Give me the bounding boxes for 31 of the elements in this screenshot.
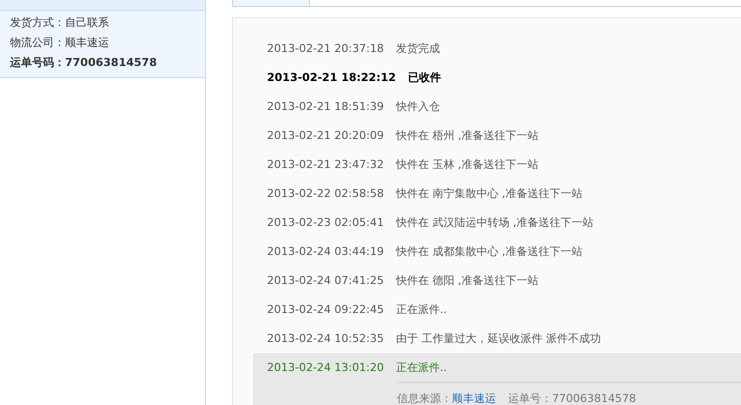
tracking-time: 2013-02-23 02:05:41 — [267, 216, 384, 230]
tracking-time: 2013-02-21 20:37:18 — [267, 42, 384, 56]
tracking-time: 2013-02-21 20:20:09 — [267, 128, 384, 142]
shipping-info-line: 物流公司：顺丰速运 — [10, 35, 110, 51]
tracking-time: 2013-02-24 07:41:25 — [267, 274, 384, 288]
tracking-time: 2013-02-21 18:51:39 — [267, 100, 384, 114]
source-label: 信息来源： — [397, 391, 452, 405]
tracking-status: 正在派件.. — [396, 360, 447, 375]
tracking-status: 快件在 玉林 ,准备送往下一站 — [396, 157, 538, 172]
tracking-status: 由于 工作量过大，延误收派件 派件不成功 — [396, 331, 601, 346]
tracking-status: 正在派件.. — [396, 302, 447, 317]
tracking-time: 2013-02-24 09:22:45 — [267, 302, 384, 316]
source-link[interactable]: 顺丰速运 — [452, 391, 496, 405]
tracking-time: 2013-02-24 13:01:20 — [267, 360, 384, 374]
tracking-status: 快件在 德阳 ,准备送往下一站 — [396, 273, 538, 288]
tab[interactable] — [232, 0, 310, 6]
tracking-time: 2013-02-21 23:47:32 — [267, 158, 384, 172]
tracking-status: 快件在 武汉陆运中转场 ,准备送往下一站 — [396, 215, 594, 230]
waybill-number: 运单号：770063814578 — [508, 391, 636, 405]
tracking-time: 2013-02-24 03:44:19 — [267, 244, 384, 258]
tracking-status: 快件入仓 — [396, 99, 440, 114]
tracking-status: 发货完成 — [396, 41, 440, 56]
tracking-status: 快件在 梧州 ,准备送往下一站 — [396, 128, 538, 143]
tracking-time: 2013-02-24 10:52:35 — [267, 332, 384, 346]
tracking-status: 快件在 南宁集散中心 ,准备送往下一站 — [396, 186, 582, 201]
tracking-status: 快件在 成都集散中心 ,准备送往下一站 — [396, 244, 582, 259]
shipping-info-line: 发货方式：自己联系 — [10, 15, 110, 31]
shipping-info-line: 运单号码：770063814578 — [10, 55, 158, 71]
tracking-time: 2013-02-22 02:58:58 — [267, 186, 384, 200]
tracking-status: 已收件 — [408, 70, 441, 85]
tracking-time: 2013-02-21 18:22:12 — [267, 70, 396, 84]
